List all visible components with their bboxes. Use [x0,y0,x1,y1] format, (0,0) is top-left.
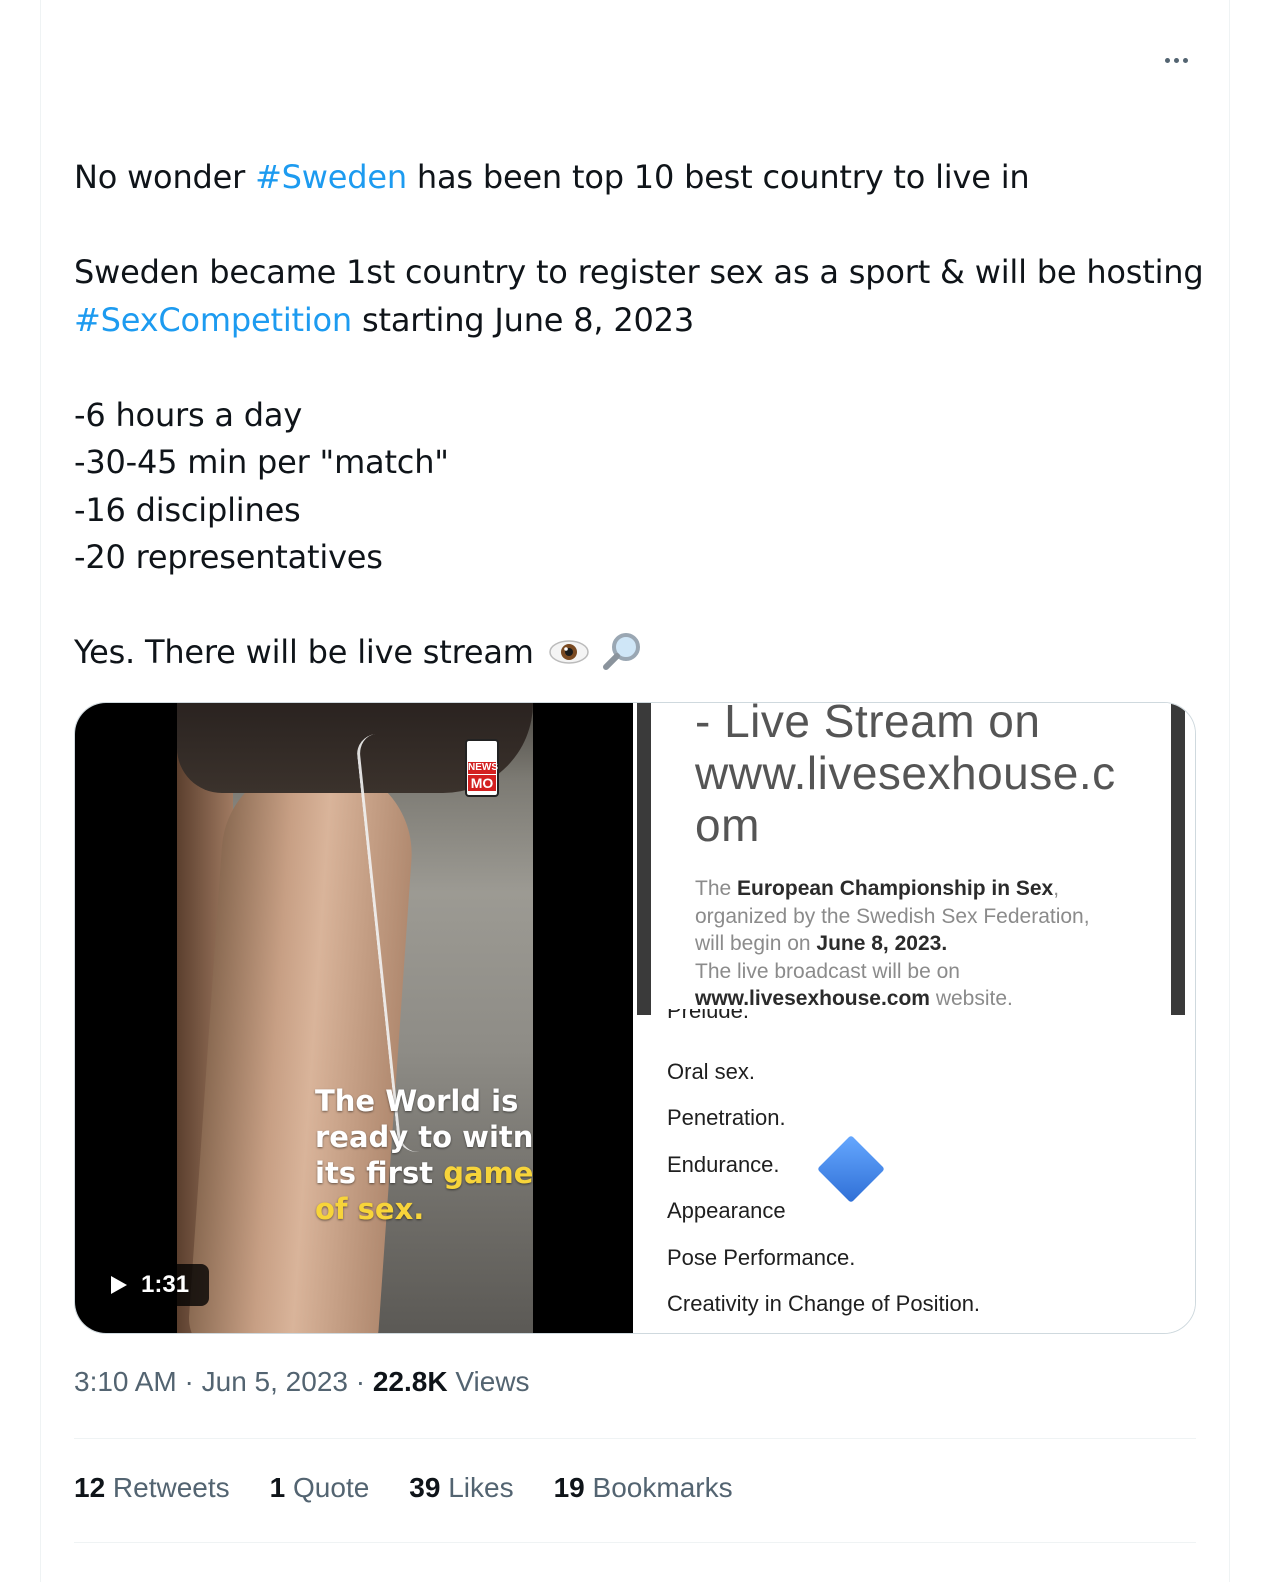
play-icon [111,1276,127,1294]
likes-label: Likes [440,1472,514,1503]
caption-highlight: game [443,1156,533,1190]
separator: · [176,1366,202,1397]
more-dot-icon [1182,57,1188,63]
list-item: Oral sex. [667,1059,756,1084]
tweet-bullet: -30-45 min per "match" [74,443,449,481]
news-logo: NEWS MO [465,739,499,797]
list-item: Appearance [667,1198,786,1223]
text-span: has been top 10 best country to live in [406,158,1030,196]
article-line: www.livesexhouse.com website. [695,985,1165,1013]
likes-link[interactable]: 39 Likes [409,1472,513,1504]
tweet-time: 3:10 AM [74,1366,177,1397]
caption-text: its first [315,1156,444,1190]
article-line: The European Championship in Sex, [695,875,1165,903]
retweets-link[interactable]: 12 Retweets [74,1472,230,1504]
views-count: 22.8K [372,1366,448,1397]
caption-line: of sex. [315,1192,425,1226]
play-button[interactable]: 1:31 [99,1264,209,1306]
quote-count: 1 [269,1472,286,1503]
article-line: The live broadcast will be on [695,959,960,983]
attached-image[interactable]: - Live Stream on www.livesexhouse.c om T… [633,703,1195,1333]
quote-label: Quote [285,1472,370,1503]
more-options-button[interactable] [1158,44,1194,76]
video-player[interactable]: NEWS MO The World is ready to witness it… [75,703,633,1333]
blue-diamond-icon [817,1135,885,1203]
hashtag-sweden-link[interactable]: #Sweden [255,158,407,196]
tweet-line: #SexCompetition starting June 8, 2023 [74,297,1194,345]
tweet-bullet: -16 disciplines [74,490,301,529]
engagement-stats: 12 Retweets 1 Quote 39 Likes 19 Bookmark… [74,1472,733,1504]
article-line: will begin on June 8, 2023. [695,930,1165,958]
article-body: The European Championship in Sex, organi… [695,875,1165,1013]
text-span: starting June 8, 2023 [352,300,694,339]
list-item-partial: Prelude. [667,1009,749,1027]
tweet-bullet: -6 hours a day [74,395,303,434]
tweet-bullet: -20 representatives [74,538,383,576]
divider [74,1542,1196,1543]
list-item: Penetration. [667,1105,786,1130]
list-item: Endurance. [667,1152,780,1177]
article-bold: www.livesexhouse.com [695,987,930,1010]
article-screenshot: - Live Stream on www.livesexhouse.c om T… [637,703,1185,1015]
tweet-line: No wonder #Sweden has been top 10 best c… [74,154,1194,202]
video-thumbnail: NEWS MO The World is ready to witness it… [177,703,533,1333]
tweet-line: Sweden became 1st country to register se… [74,253,1204,291]
caption-line: ready to witness [315,1120,533,1154]
retweets-count: 12 [74,1472,106,1503]
list-item: Creativity in Change of Position. [667,1291,981,1316]
hashtag-sexcompetition-link[interactable]: #SexCompetition [74,301,352,339]
caption-line: its first game [315,1155,533,1191]
likes-count: 39 [409,1472,441,1503]
article-bold: June 8, 2023. [816,932,948,955]
article-headline: - Live Stream on www.livesexhouse.c om [695,702,1155,851]
headline-line: www.livesexhouse.c [695,747,1116,799]
tweet-line: Yes. There will be live stream [74,629,1194,677]
tweet-metadata: 3:10 AM · Jun 5, 2023 · 22.8K Views [74,1366,530,1398]
headline-line: - Live Stream on [695,702,1041,747]
magnifying-glass-emoji-icon [602,633,640,670]
more-dot-icon [1164,57,1170,63]
logo-text: MO [468,775,496,791]
list-item: Pose Performance. [667,1245,856,1270]
article-line: organized by the Swedish Sex Federation, [695,904,1090,928]
tweet-text: No wonder #Sweden has been top 10 best c… [74,154,1204,677]
timestamp-link[interactable]: 3:10 AM · Jun 5, 2023 [74,1366,348,1397]
list-item-text: Prelude. [667,1009,749,1023]
article-text: website. [929,987,1013,1010]
separator: · [347,1366,373,1397]
text-span: Yes. There will be live stream [74,633,534,671]
more-dot-icon [1173,57,1179,63]
retweets-label: Retweets [105,1472,230,1503]
quotes-link[interactable]: 1 Quote [270,1472,370,1504]
bookmarks-link[interactable]: 19 Bookmarks [554,1472,733,1504]
views-label: Views [447,1366,530,1397]
video-caption: The World is ready to witness its first … [315,1083,533,1227]
article-text: will begin on [695,932,817,955]
article-bold: European Championship in Sex [737,877,1054,900]
bookmarks-count: 19 [553,1472,585,1503]
caption-line: The World is [315,1084,519,1118]
logo-text: NEWS [468,762,498,774]
video-duration: 1:31 [141,1271,190,1298]
media-container: NEWS MO The World is ready to witness it… [74,702,1196,1334]
eye-emoji-icon [548,640,589,664]
headline-line: om [695,799,760,851]
article-text: , [1053,877,1060,900]
text-span: No wonder [74,158,256,196]
bookmarks-label: Bookmarks [584,1472,733,1503]
divider [74,1438,1196,1439]
article-text: The [695,877,738,900]
tweet-date: Jun 5, 2023 [201,1366,348,1397]
